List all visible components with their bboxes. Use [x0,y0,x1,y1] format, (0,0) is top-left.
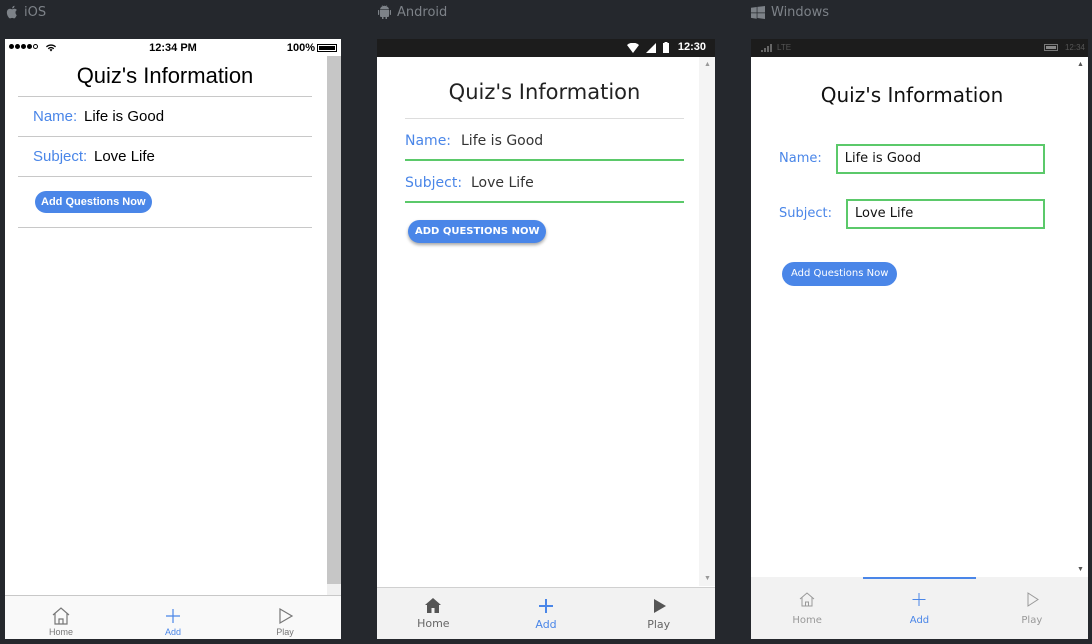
windows-scrollbar[interactable]: ▲ ▼ [1072,57,1088,577]
subject-label: Subject: [405,175,463,191]
subject-row[interactable]: Subject: Love Life [405,161,684,203]
windows-status-bar: LTE 12:34 [751,39,1088,57]
cell-signal-icon [646,42,656,53]
tab-home[interactable]: Home [377,588,490,639]
tab-home[interactable]: Home [5,596,117,639]
plus-icon [539,598,553,613]
tab-add[interactable]: Add [863,577,976,639]
play-icon [1027,591,1039,607]
windows-platform-label: Windows [751,4,829,20]
tab-add[interactable]: Add [490,588,603,639]
android-status-time: 12:30 [677,41,706,53]
scroll-up-arrow-icon[interactable]: ▲ [704,61,711,68]
tab-play[interactable]: Play [976,577,1088,639]
page-title: Quiz's Information [405,57,684,119]
tab-home-label: Home [792,614,822,626]
subject-label: Subject: [779,206,832,221]
subject-row: Subject: Love Life [18,136,312,176]
wifi-icon [627,42,639,53]
add-questions-button[interactable]: Add Questions Now [782,261,898,286]
ios-quiz-form: Quiz's Information Name: Life is Good Su… [18,56,312,228]
tab-play-label: Play [276,627,294,637]
subject-field[interactable]: Love Life [845,198,1045,229]
network-type: LTE [777,43,792,52]
tab-add[interactable]: Add [117,596,229,639]
name-field[interactable]: Life is Good [461,133,543,149]
windows-logo-icon [751,5,765,19]
tab-add-label: Add [909,614,930,626]
name-label: Name: [405,133,452,149]
scrollbar-thumb[interactable] [327,56,341,584]
scroll-down-arrow-icon[interactable]: ▼ [704,575,711,582]
home-icon [52,607,70,625]
android-scrollbar[interactable]: ▲ ▼ [699,57,715,586]
name-label: Name: [779,151,822,166]
plus-icon [166,609,180,623]
cell-signal-icon [761,44,772,52]
windows-status-time: 12:34 [1064,43,1085,52]
battery-icon [317,44,337,52]
home-icon [425,598,442,613]
ios-battery-percent: 100% [286,42,315,54]
page-title: Quiz's Information [820,83,1004,107]
tab-play-label: Play [1021,614,1043,626]
ios-label-text: iOS [24,4,47,20]
tab-home-label: Home [417,617,450,630]
plus-icon [912,592,926,606]
battery-icon [1044,44,1058,51]
tab-play[interactable]: Play [229,596,341,639]
tab-play-label: Play [647,617,671,631]
tab-home[interactable]: Home [751,577,863,639]
ios-scrollbar[interactable]: ▼ [327,56,341,611]
android-status-bar: 12:30 [377,39,715,57]
ios-device-screen: 12:34 PM 100% Quiz's Information Name: L… [5,39,341,639]
android-device-screen: 12:30 Quiz's Information Name: Life is G… [377,39,715,639]
tab-play[interactable]: Play [602,588,715,639]
play-icon [653,598,666,613]
name-row: Name: Life is Good [18,96,312,136]
ios-button-cell: Add Questions Now [18,176,312,228]
subject-field[interactable]: Love Life [471,175,534,191]
windows-tab-bar: Home Add Play [751,577,1088,639]
add-questions-button[interactable]: ADD QUESTIONS NOW [408,220,547,243]
windows-quiz-form: Quiz's Information Name: Life is Good Su… [779,57,1045,286]
name-field[interactable]: Life is Good [84,108,164,125]
page-title: Quiz's Information [76,63,254,88]
home-icon [799,591,815,606]
add-questions-button[interactable]: Add Questions Now [35,191,152,213]
ios-platform-label: iOS [6,4,46,20]
android-platform-label: Android [378,4,447,20]
ios-tab-bar: Home Add Play [5,595,341,639]
subject-field[interactable]: Love Life [94,148,155,165]
subject-row: Subject: Love Life [779,186,1045,241]
play-icon [279,607,294,625]
tab-add-label: Add [164,627,181,637]
ios-status-bar: 12:34 PM 100% [5,39,341,56]
android-quiz-form: Quiz's Information Name: Life is Good Su… [405,57,684,243]
name-label: Name: [33,108,78,125]
windows-device-screen: LTE 12:34 Quiz's Information Name: Life … [751,39,1088,639]
name-row: Name: Life is Good [779,131,1045,186]
battery-icon [663,42,669,53]
name-row[interactable]: Name: Life is Good [405,119,684,161]
subject-label: Subject: [33,148,88,165]
apple-icon [6,5,17,19]
android-tab-bar: Home Add Play [377,587,715,639]
tab-add-label: Add [535,617,557,631]
scroll-down-arrow-icon[interactable]: ▼ [1077,566,1084,573]
android-icon [378,5,391,19]
android-label-text: Android [397,4,448,20]
scroll-up-arrow-icon[interactable]: ▲ [1077,61,1084,68]
windows-label-text: Windows [771,4,830,20]
name-field[interactable]: Life is Good [835,143,1045,174]
tab-home-label: Home [48,627,73,637]
